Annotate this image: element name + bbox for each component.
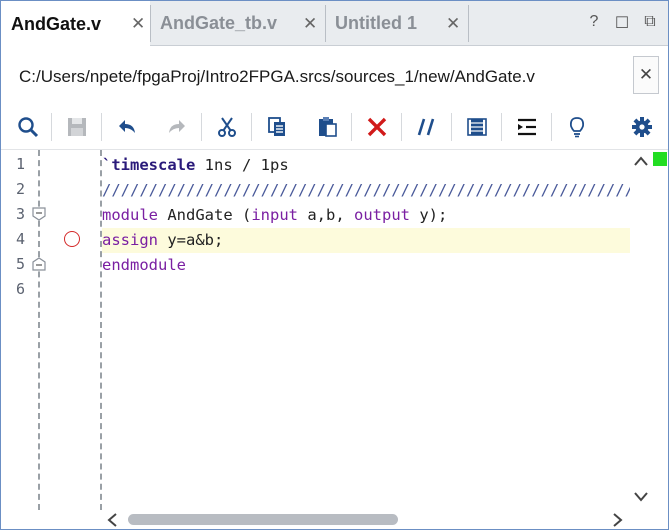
line-number: 2 — [15, 180, 25, 198]
code-line-4-current[interactable]: assign y=a&b; — [102, 228, 630, 253]
delete-icon[interactable] — [363, 113, 391, 141]
paste-icon[interactable] — [313, 113, 341, 141]
tab-label: AndGate.v — [11, 13, 102, 34]
tab-label: Untitled 1 — [335, 13, 418, 33]
line-number: 6 — [15, 280, 25, 298]
code-line-5[interactable]: endmodule — [102, 253, 630, 278]
code-line-2[interactable]: ////////////////////////////////////////… — [102, 178, 630, 203]
restore-icon[interactable]: ☐ — [614, 13, 630, 33]
copy-icon[interactable] — [263, 113, 291, 141]
tab-andgate-tb-v[interactable]: AndGate_tb.v ✕ — [150, 1, 325, 46]
tab-bar: AndGate.v ✕ AndGate_tb.v ✕ Untitled 1 ✕ … — [1, 1, 668, 47]
toolbar-divider — [101, 113, 102, 141]
keyword-endmodule: endmodule — [102, 256, 186, 274]
tab-divider — [468, 5, 469, 42]
no-errors-marker — [653, 152, 667, 166]
code-line-3[interactable]: module AndGate (input a,b, output y); — [102, 203, 630, 228]
scroll-right-icon[interactable] — [610, 511, 626, 528]
keyword-output: output — [354, 206, 410, 224]
fold-collapse-icon[interactable] — [32, 207, 46, 221]
toolbar-divider — [351, 113, 352, 141]
search-icon[interactable] — [14, 113, 42, 141]
timescale-directive: `timescale — [102, 156, 196, 174]
toolbar-divider — [501, 113, 502, 141]
editor-window: AndGate.v ✕ AndGate_tb.v ✕ Untitled 1 ✕ … — [0, 0, 669, 530]
keyword-input: input — [251, 206, 298, 224]
keyword-assign: assign — [102, 231, 158, 249]
comment-icon[interactable] — [413, 113, 441, 141]
toolbar-divider — [201, 113, 202, 141]
tab-untitled-1[interactable]: Untitled 1 ✕ — [325, 1, 468, 46]
toolbar-divider — [401, 113, 402, 141]
tab-close-icon[interactable]: ✕ — [131, 14, 145, 34]
file-path: C:/Users/npete/fpgaProj/Intro2FPGA.srcs/… — [19, 67, 535, 86]
tab-label: AndGate_tb.v — [160, 13, 278, 33]
file-path-bar: C:/Users/npete/fpgaProj/Intro2FPGA.srcs/… — [1, 47, 668, 103]
window-buttons: ? ☐ ⧉ — [586, 13, 658, 33]
code-editor[interactable]: 1 2 3 4 5 6 `timescale 1ns / 1ps ///////… — [1, 150, 668, 529]
code-text: y=a&b; — [158, 231, 224, 249]
vertical-scrollbar[interactable] — [630, 150, 652, 510]
line-number: 3 — [15, 205, 25, 223]
toolbar-divider — [51, 113, 52, 141]
toolbar-divider — [451, 113, 452, 141]
line-number: 5 — [15, 255, 25, 273]
toolbar-divider — [251, 113, 252, 141]
toolbar-divider — [551, 113, 552, 141]
horizontal-scrollbar[interactable] — [100, 510, 630, 529]
redo-icon[interactable] — [163, 113, 191, 141]
code-text: y); — [410, 206, 448, 224]
breakpoint-icon[interactable] — [64, 231, 80, 247]
code-comment: ////////////////////////////////////////… — [102, 181, 630, 199]
column-select-icon[interactable] — [463, 113, 491, 141]
gear-icon[interactable] — [628, 113, 656, 141]
tab-close-icon[interactable]: ✕ — [446, 14, 460, 34]
code-text: 1ns / 1ps — [195, 156, 289, 174]
horizontal-scroll-thumb[interactable] — [128, 514, 398, 525]
help-icon[interactable]: ? — [586, 13, 602, 33]
bulb-icon[interactable] — [563, 113, 591, 141]
scroll-left-icon[interactable] — [104, 511, 120, 528]
code-text: a,b, — [298, 206, 354, 224]
tab-close-icon[interactable]: ✕ — [303, 14, 317, 34]
code-text: AndGate ( — [158, 206, 252, 224]
scroll-up-icon[interactable] — [632, 152, 650, 170]
scroll-down-icon[interactable] — [632, 488, 650, 506]
undo-icon[interactable] — [113, 113, 141, 141]
float-icon[interactable]: ⧉ — [642, 13, 658, 33]
line-number: 1 — [15, 155, 25, 173]
indent-icon[interactable] — [513, 113, 541, 141]
code-line-6[interactable] — [102, 278, 630, 303]
cut-icon[interactable] — [213, 113, 241, 141]
code-line-1[interactable]: `timescale 1ns / 1ps — [102, 153, 630, 178]
tab-andgate-v[interactable]: AndGate.v ✕ — [1, 1, 150, 47]
path-close-button[interactable]: ✕ — [633, 56, 659, 94]
save-icon[interactable] — [63, 113, 91, 141]
editor-toolbar — [1, 104, 668, 150]
line-number: 4 — [15, 230, 25, 248]
fold-end-icon[interactable] — [32, 257, 46, 271]
gutter-divider — [38, 150, 40, 510]
keyword-module: module — [102, 206, 158, 224]
overview-ruler[interactable] — [652, 150, 668, 529]
